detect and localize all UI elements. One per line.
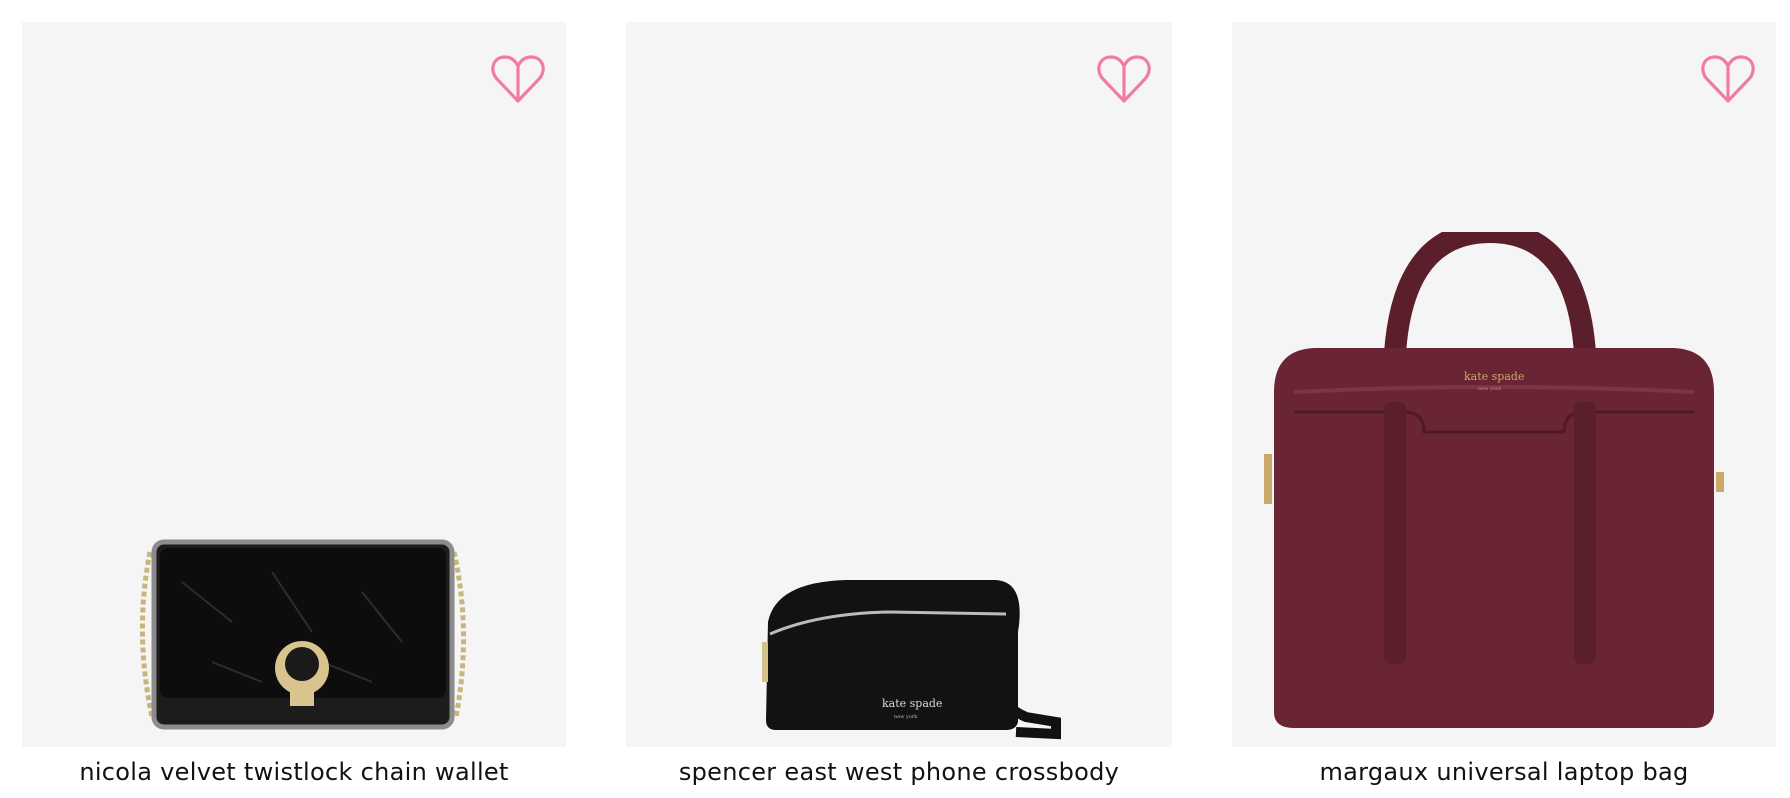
heart-outline-icon <box>1701 55 1755 103</box>
product-name-link[interactable]: nicola velvet twistlock chain wallet <box>22 752 566 792</box>
product-image-link[interactable]: kate spade new york <box>626 22 1172 747</box>
svg-text:kate spade: kate spade <box>882 697 942 710</box>
product-name-link[interactable]: spencer east west phone crossbody <box>626 752 1172 792</box>
product-name-link[interactable]: margaux universal laptop bag <box>1232 752 1776 792</box>
heart-outline-icon <box>1097 55 1151 103</box>
svg-text:kate spade: kate spade <box>1464 370 1524 383</box>
product-image-link[interactable] <box>22 22 566 747</box>
product-card[interactable]: kate spade new york margaux universal la… <box>1232 22 1776 792</box>
product-image: kate spade new york <box>1254 232 1734 732</box>
product-image: kate spade new york <box>756 562 1086 742</box>
wishlist-heart-button[interactable] <box>1700 53 1756 105</box>
product-image <box>122 512 482 732</box>
heart-outline-icon <box>491 55 545 103</box>
product-image-link[interactable]: kate spade new york <box>1232 22 1776 747</box>
wishlist-heart-button[interactable] <box>490 53 546 105</box>
product-card[interactable]: kate spade new york spencer east west ph… <box>626 22 1172 792</box>
svg-text:new york: new york <box>1478 386 1502 392</box>
svg-text:new york: new york <box>894 714 918 720</box>
product-card[interactable]: nicola velvet twistlock chain wallet <box>22 22 566 792</box>
wishlist-heart-button[interactable] <box>1096 53 1152 105</box>
product-grid: nicola velvet twistlock chain wallet kat… <box>0 0 1790 798</box>
